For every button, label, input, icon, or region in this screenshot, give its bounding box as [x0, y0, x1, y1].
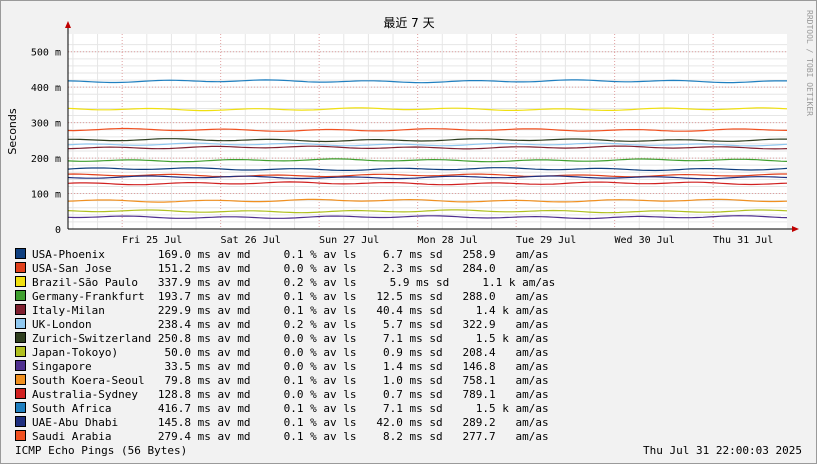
legend-series-name: Singapore — [32, 360, 92, 373]
legend-swatch — [15, 332, 26, 343]
legend-swatch — [15, 262, 26, 273]
legend-series-name: Saudi Arabia — [32, 430, 112, 443]
legend-series-name: UK-London — [32, 318, 92, 331]
y-axis-arrow — [65, 21, 71, 28]
x-tick-label: Wed 30 Jul — [615, 235, 675, 246]
legend-swatch — [15, 318, 26, 329]
legend-series-name: Australia-Sydney — [32, 388, 138, 401]
legend-series-name: UAE-Abu Dhabi — [32, 416, 119, 429]
legend-stats: 33.5 ms av md 0.0 % av ls 1.4 ms sd 146.… — [91, 360, 549, 373]
legend-series-name: Japan-Tokoyo) — [32, 346, 119, 359]
legend-row: South Koera-Seoul 79.8 ms av md 0.1 % av… — [15, 374, 549, 388]
legend-row: UAE-Abu Dhabi 145.8 ms av md 0.1 % av ls… — [15, 416, 549, 430]
legend-row: Saudi Arabia 279.4 ms av md 0.1 % av ls … — [15, 430, 549, 444]
legend-row: Singapore 33.5 ms av md 0.0 % av ls 1.4 … — [15, 360, 549, 374]
legend-swatch — [15, 388, 26, 399]
legend-swatch — [15, 430, 26, 441]
legend-series-name: USA-San Jose — [32, 262, 112, 275]
legend-swatch — [15, 402, 26, 413]
legend-stats: 151.2 ms av md 0.0 % av ls 2.3 ms sd 284… — [111, 262, 549, 275]
x-tick-label: Thu 31 Jul — [713, 235, 773, 246]
x-tick-label: Tue 29 Jul — [516, 235, 576, 246]
y-tick-label: 100 m — [31, 190, 61, 201]
y-tick-label: 300 m — [31, 119, 61, 130]
legend-stats: 50.0 ms av md 0.0 % av ls 0.9 ms sd 208.… — [118, 346, 549, 359]
legend-row: Italy-Milan 229.9 ms av md 0.1 % av ls 4… — [15, 304, 549, 318]
legend-stats: 128.8 ms av md 0.0 % av ls 0.7 ms sd 789… — [137, 388, 549, 401]
y-tick-label: 500 m — [31, 48, 61, 59]
legend-stats: 169.0 ms av md 0.1 % av ls 6.7 ms sd 258… — [104, 248, 549, 261]
legend-row: USA-San Jose 151.2 ms av md 0.0 % av ls … — [15, 262, 549, 276]
legend-row: Australia-Sydney 128.8 ms av md 0.0 % av… — [15, 388, 549, 402]
side-watermark: RRDTOOL / TOBI OETIKER — [805, 10, 814, 116]
legend-swatch — [15, 290, 26, 301]
x-tick-label: Mon 28 Jul — [418, 235, 478, 246]
legend-swatch — [15, 276, 26, 287]
y-tick-label: 200 m — [31, 154, 61, 165]
legend-row: Zurich-Switzerland 250.8 ms av md 0.0 % … — [15, 332, 549, 346]
x-tick-label: Fri 25 Jul — [122, 235, 182, 246]
legend-swatch — [15, 248, 26, 259]
legend-series-name: USA-Phoenix — [32, 248, 105, 261]
legend-series-name: Italy-Milan — [32, 304, 105, 317]
x-tick-label: Sat 26 Jul — [221, 235, 281, 246]
legend-stats: 279.4 ms av md 0.1 % av ls 8.2 ms sd 277… — [111, 430, 549, 443]
legend-swatch — [15, 304, 26, 315]
y-tick-label: 0 — [55, 225, 61, 236]
legend-stats: 337.9 ms av md 0.2 % av ls 5.9 ms sd 1.1… — [137, 276, 556, 289]
legend-row: UK-London 238.4 ms av md 0.2 % av ls 5.7… — [15, 318, 549, 332]
legend-series-name: Brazil-São Paulo — [32, 276, 138, 289]
chart-title: 最近 7 天 — [383, 16, 434, 30]
legend-swatch — [15, 346, 26, 357]
legend-series-name: South Africa — [32, 402, 112, 415]
legend-swatch — [15, 360, 26, 371]
legend-stats: 416.7 ms av md 0.1 % av ls 7.1 ms sd 1.5… — [111, 402, 549, 415]
legend-series-name: South Koera-Seoul — [32, 374, 145, 387]
footer-timestamp: Thu Jul 31 22:00:03 2025 — [643, 444, 802, 457]
y-tick-label: 400 m — [31, 83, 61, 94]
chart-frame: 0 100 m 200 m 300 m 400 m 500 m Fri 25 Jul Sat … — [0, 0, 817, 464]
legend-stats: 145.8 ms av md 0.1 % av ls 42.0 ms sd 28… — [118, 416, 549, 429]
legend-stats: 79.8 ms av md 0.1 % av ls 1.0 ms sd 758.… — [144, 374, 549, 387]
legend-series-name: Germany-Frankfurt — [32, 290, 145, 303]
legend-stats: 229.9 ms av md 0.1 % av ls 40.4 ms sd 1.… — [104, 304, 549, 317]
legend-stats: 193.7 ms av md 0.1 % av ls 12.5 ms sd 28… — [144, 290, 549, 303]
footer-description: ICMP Echo Pings (56 Bytes) — [15, 444, 188, 457]
legend-row: Japan-Tokoyo) 50.0 ms av md 0.0 % av ls … — [15, 346, 549, 360]
legend-swatch — [15, 374, 26, 385]
legend-row: Brazil-São Paulo 337.9 ms av md 0.2 % av… — [15, 276, 555, 290]
y-axis-label: Seconds — [6, 108, 19, 154]
x-tick-label: Sun 27 Jul — [319, 235, 379, 246]
legend-stats: 238.4 ms av md 0.2 % av ls 5.7 ms sd 322… — [91, 318, 549, 331]
legend-stats: 250.8 ms av md 0.0 % av ls 7.1 ms sd 1.5… — [151, 332, 549, 345]
legend-swatch — [15, 416, 26, 427]
legend-row: USA-Phoenix 169.0 ms av md 0.1 % av ls 6… — [15, 248, 549, 262]
legend-row: South Africa 416.7 ms av md 0.1 % av ls … — [15, 402, 549, 416]
legend-row: Germany-Frankfurt 193.7 ms av md 0.1 % a… — [15, 290, 549, 304]
legend-series-name: Zurich-Switzerland — [32, 332, 152, 345]
x-axis-arrow — [792, 226, 799, 232]
